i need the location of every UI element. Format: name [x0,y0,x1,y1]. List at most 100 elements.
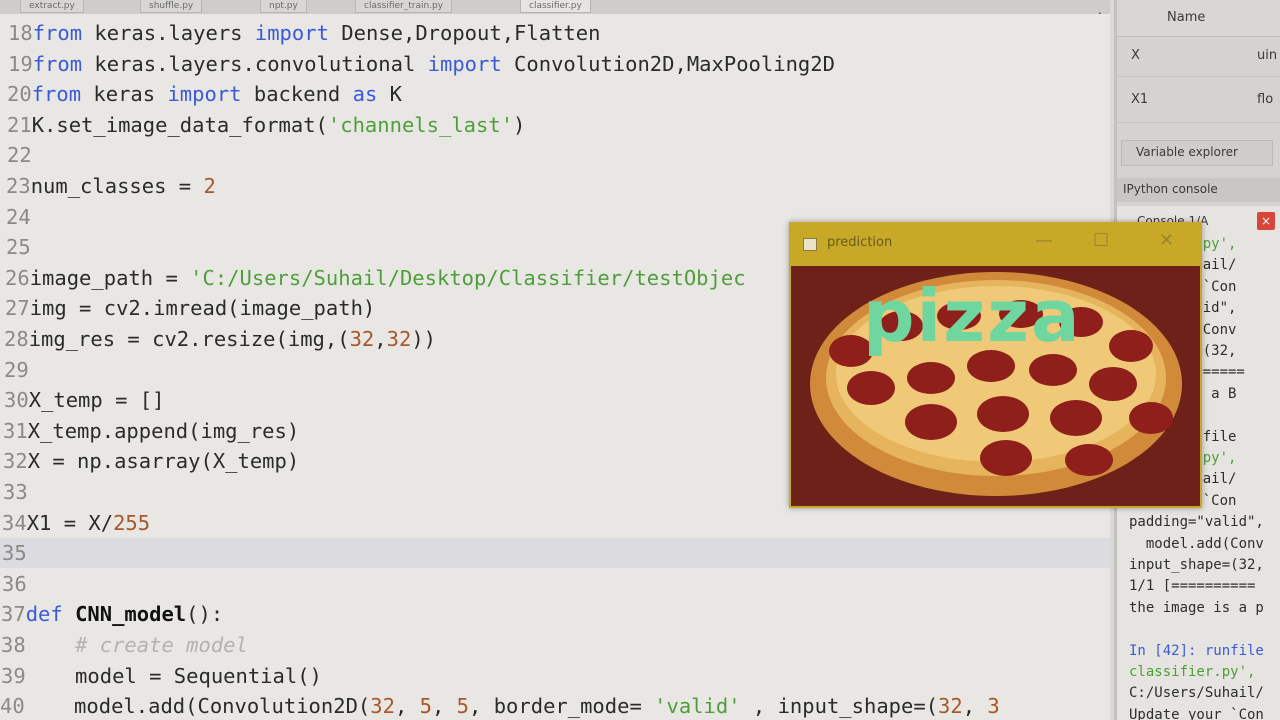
ipython-console-bar: IPython console [1117,178,1280,202]
code-token: 3 [987,694,1000,719]
window-title: prediction [827,235,893,250]
code-token: 'valid' [654,694,741,719]
tab-classifier-train[interactable]: classifier_train.py [355,0,453,13]
row-divider [1117,122,1280,123]
code-line[interactable]: 35 [0,538,1110,569]
line-number: 37 [1,602,26,627]
code-line[interactable]: 19from keras.layers.convolutional import… [0,49,1110,79]
maximize-icon[interactable]: ☐ [1093,230,1109,251]
line-number: 30 [4,388,29,413]
line-number: 35 [2,541,27,566]
code-token: K [377,82,402,107]
code-token: def [25,602,63,627]
code-line[interactable]: 40 model.add(Convolution2D(32, 5, 5, bor… [0,691,1110,720]
code-token: keras [81,82,168,107]
name-column-header[interactable]: Name [1167,10,1205,25]
code-token: Dense,Dropout,Flatten [328,21,601,45]
line-number: 25 [6,235,31,260]
variable-explorer-header: Name [1117,0,1280,37]
code-token: Convolution2D,MaxPooling2D [501,51,835,76]
console-line: C:/Users/Suhail/ [1129,685,1264,702]
code-token: K.set_image_data_format( [31,112,328,137]
code-line[interactable]: 21K.set_image_data_format('channels_last… [0,110,1110,140]
variable-type: flo [1257,92,1274,107]
code-token: , [962,694,988,719]
line-number: 21 [7,112,32,137]
tab-classifier[interactable]: classifier.py [520,0,591,13]
code-line[interactable]: 23num_classes = 2 [0,171,1110,201]
variable-name[interactable]: X [1131,48,1140,63]
ipython-console-title: IPython console [1123,182,1218,196]
code-token: backend [241,82,353,107]
code-token: , border_mode= [469,694,655,719]
console-line: 1/1 [========== [1129,578,1256,595]
line-number: 23 [6,174,31,198]
code-token: X = np.asarray(X_temp) [27,449,300,474]
console-close-icon[interactable]: × [1257,212,1275,230]
code-token: 32 [386,327,412,351]
code-token: import [427,51,502,76]
code-line[interactable]: 20from keras import backend as K [0,79,1110,109]
code-token: from [31,82,82,107]
code-token: import [254,21,329,45]
code-token: , [431,694,457,719]
editor-tab-bar: extract.py shuffle.py npt.py classifier_… [0,0,1110,14]
line-number: 20 [7,82,32,107]
line-number: 19 [8,51,33,76]
line-number: 24 [6,204,31,229]
code-token: 32 [349,327,375,351]
line-number: 26 [5,265,30,290]
code-line[interactable]: 18from keras.layers import Dense,Dropout… [0,18,1110,48]
line-number: 22 [7,143,32,168]
code-token: 5 [456,694,470,719]
code-token: X1 = X/ [26,510,114,535]
code-token: , [374,327,387,351]
code-token: X_temp = [] [28,388,165,413]
prediction-titlebar[interactable]: prediction — ☐ ✕ [789,222,1202,266]
code-token: , [394,694,420,719]
tab-extract[interactable]: extract.py [20,0,84,13]
code-token: X_temp.append(img_res) [27,418,300,443]
code-token: , input_shape=( [740,694,939,719]
code-token: model.add(Convolution2D( [24,694,371,719]
close-icon[interactable]: ✕ [1159,230,1174,251]
console-line: the image is a p [1129,599,1264,616]
code-token: (): [186,602,224,627]
row-divider [1117,76,1280,77]
code-token: img_res = cv2.resize(img,( [28,327,350,351]
code-token: keras.layers [82,21,255,45]
line-number: 32 [3,449,28,474]
console-line: input_shape=(32, [1129,557,1264,573]
console-line: Update your `Con [1129,706,1264,720]
variable-name[interactable]: X1 [1131,92,1148,107]
line-number: 27 [5,296,30,321]
code-line[interactable]: 22 [0,140,1110,170]
tab-npt[interactable]: npt.py [260,0,307,13]
code-token: ) [513,112,526,137]
code-line[interactable]: 39 model = Sequential() [0,661,1110,691]
line-number: 34 [2,510,27,535]
code-token: 'C:/Users/Suhail/Desktop/Classifier/test… [190,265,746,290]
console-line: padding="valid", [1129,514,1264,531]
line-number: 29 [4,357,29,382]
code-token: model = Sequential() [25,663,322,688]
prediction-window[interactable]: prediction — ☐ ✕ pizza [789,222,1202,508]
line-number: 39 [1,663,26,688]
tab-variable-explorer-label: Variable explorer [1136,145,1238,159]
code-token: CNN_model [75,602,187,627]
code-token: num_classes = [30,174,204,198]
line-number: 28 [4,327,29,351]
prediction-label: pizza [863,274,1082,358]
window-app-icon [803,238,817,251]
code-line[interactable]: 34X1 = X/255 [0,508,1110,538]
code-line[interactable]: 37def CNN_model(): [0,599,1110,629]
console-line: In [42]: runfile [1129,642,1264,659]
code-line[interactable]: 36 [0,569,1110,599]
code-line[interactable]: 38 # create model [0,630,1110,660]
minimize-icon[interactable]: — [1035,230,1053,251]
tab-shuffle[interactable]: shuffle.py [140,0,203,13]
console-line: classifier.py', [1129,664,1256,680]
code-token: img = cv2.imread(image_path) [29,296,376,321]
tab-variable-explorer[interactable]: Variable explorer [1121,140,1273,166]
